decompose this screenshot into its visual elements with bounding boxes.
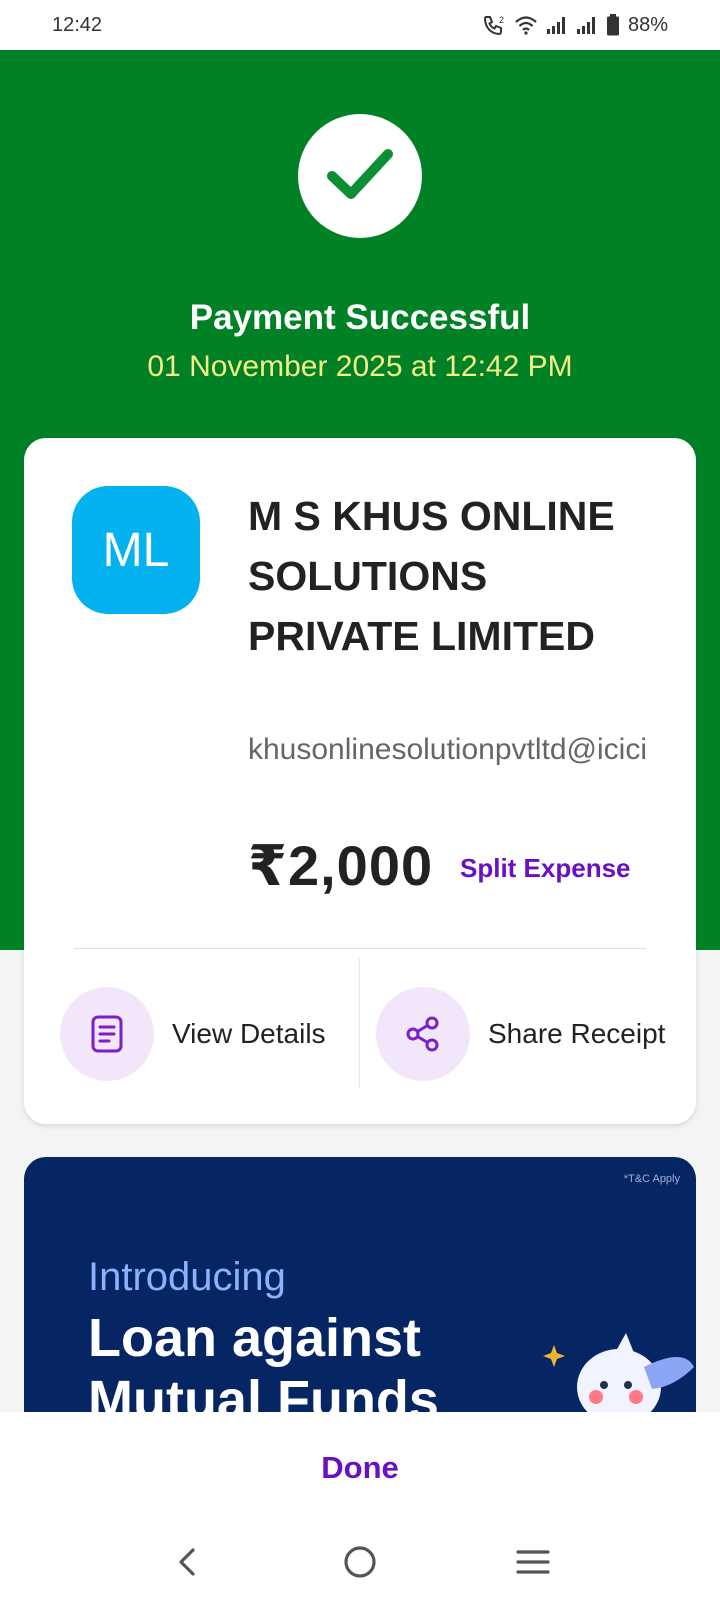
- promo-banner[interactable]: *T&C Apply Introducing Loan against Mutu…: [24, 1157, 696, 1417]
- back-icon[interactable]: [157, 1532, 217, 1592]
- divider: [359, 958, 360, 1088]
- done-button[interactable]: Done: [321, 1450, 399, 1486]
- wifi-calling-icon: 2: [482, 14, 506, 36]
- upi-id: khusonlinesolutionpvtltd@icici: [248, 733, 647, 766]
- divider: [74, 948, 646, 949]
- home-icon[interactable]: [330, 1532, 390, 1592]
- battery-percent: 88%: [627, 13, 668, 36]
- page-title: Payment Successful: [189, 298, 531, 337]
- payment-amount: ₹2,000: [248, 834, 434, 897]
- status-bar: 12:42 2 88%: [0, 0, 720, 50]
- view-details-button[interactable]: View Details: [60, 986, 326, 1082]
- status-icons: 2 88%: [482, 14, 668, 37]
- avatar-initials: ML: [102, 523, 170, 577]
- check-icon: [324, 144, 396, 209]
- avatar: ML: [72, 486, 200, 614]
- view-details-label: View Details: [172, 1018, 326, 1049]
- battery-icon: [606, 14, 620, 36]
- split-expense-button[interactable]: Split Expense: [460, 853, 631, 884]
- signal-icon: [576, 16, 598, 34]
- wifi-icon: [514, 15, 538, 35]
- document-icon: [60, 987, 154, 1081]
- share-icon: [376, 987, 470, 1081]
- footer-bar: Done: [0, 1412, 720, 1524]
- share-receipt-button[interactable]: Share Receipt: [376, 986, 686, 1082]
- share-receipt-label: Share Receipt: [488, 1018, 666, 1049]
- status-time: 12:42: [52, 13, 103, 36]
- terms-note: *T&C Apply: [623, 1173, 680, 1185]
- menu-icon[interactable]: [503, 1532, 563, 1592]
- promo-intro: Introducing: [88, 1255, 286, 1299]
- promo-title: Loan against Mutual Funds: [88, 1308, 439, 1417]
- success-badge: [298, 114, 422, 238]
- system-nav-bar: [0, 1524, 720, 1600]
- signal-icon: [546, 16, 568, 34]
- svg-text:2: 2: [499, 15, 504, 25]
- payment-datetime: 01 November 2025 at 12:42 PM: [147, 350, 573, 383]
- merchant-name: M S KHUS ONLINE SOLUTIONS PRIVATE LIMITE…: [248, 493, 615, 659]
- payment-card: ML M S KHUS ONLINE SOLUTIONS PRIVATE LIM…: [24, 438, 696, 1124]
- mascot-illustration: [524, 1327, 696, 1417]
